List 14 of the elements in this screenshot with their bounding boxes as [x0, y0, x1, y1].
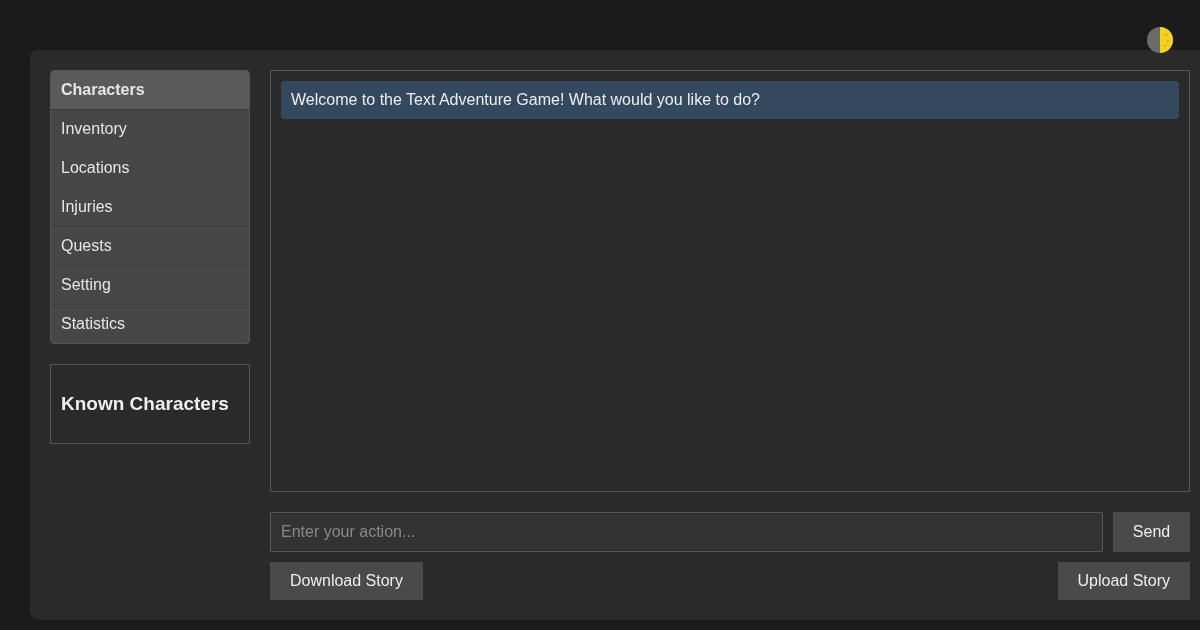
sidebar-item[interactable]: Injuries — [51, 188, 249, 227]
info-title: Known Characters — [61, 393, 229, 415]
action-input-field[interactable]: Enter your action... — [270, 512, 1103, 552]
theme-toggle-icon[interactable] — [1146, 26, 1174, 54]
download-story-button[interactable]: Download Story — [270, 562, 423, 600]
upload-story-button[interactable]: Upload Story — [1057, 562, 1190, 600]
send-button[interactable]: Send — [1113, 512, 1190, 552]
sidebar-item[interactable]: Inventory — [51, 110, 249, 149]
sidebar-item[interactable]: Quests — [51, 227, 249, 266]
sidebar-item[interactable]: Setting — [51, 266, 249, 305]
sidebar-item[interactable]: Characters — [51, 71, 249, 110]
chat-message: Welcome to the Text Adventure Game! What would you like to do? — [281, 81, 1179, 119]
sidebar-item[interactable]: Locations — [51, 149, 249, 188]
sidebar-item[interactable]: Statistics — [51, 305, 249, 343]
